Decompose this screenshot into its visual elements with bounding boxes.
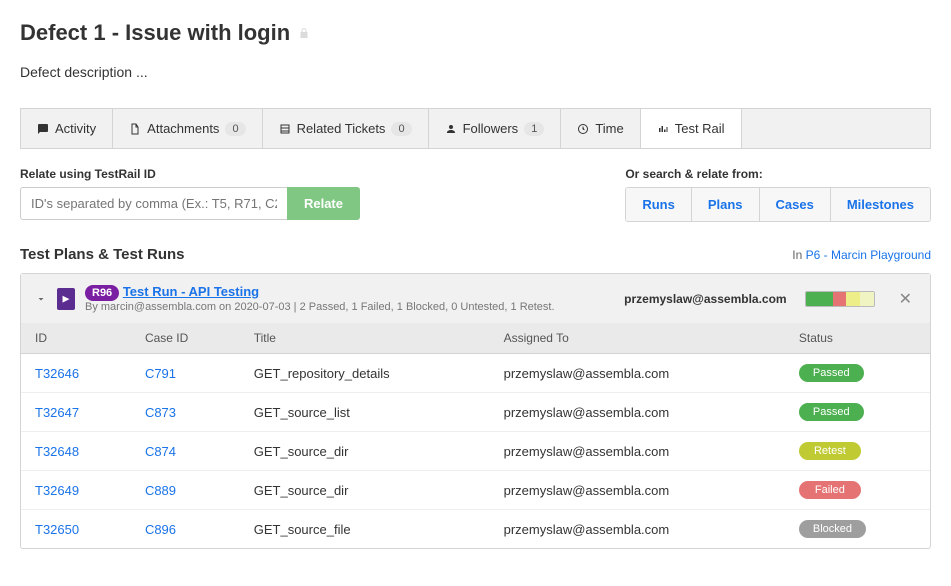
test-title: GET_source_dir xyxy=(240,471,490,510)
status-segment xyxy=(846,292,860,306)
test-id-link[interactable]: T32646 xyxy=(35,366,79,381)
section-subtitle: In P6 - Marcin Playground xyxy=(792,248,931,262)
list-icon xyxy=(279,123,291,135)
assigned-to: przemyslaw@assembla.com xyxy=(490,354,785,393)
case-id-link[interactable]: C889 xyxy=(145,483,176,498)
test-title: GET_source_dir xyxy=(240,432,490,471)
status-bar xyxy=(805,291,875,307)
status-segment xyxy=(806,292,833,306)
tab-label: Activity xyxy=(55,121,96,136)
test-run-container: R96 Test Run - API Testing By marcin@ass… xyxy=(20,273,931,549)
status-pill: Passed xyxy=(799,403,864,421)
user-icon xyxy=(445,123,457,135)
test-id-link[interactable]: T32650 xyxy=(35,522,79,537)
test-id-link[interactable]: T32649 xyxy=(35,483,79,498)
assigned-to: przemyslaw@assembla.com xyxy=(490,510,785,549)
status-pill: Blocked xyxy=(799,520,866,538)
status-pill: Passed xyxy=(799,364,864,382)
test-id-link[interactable]: T32648 xyxy=(35,444,79,459)
table-row: T32647 C873 GET_source_list przemyslaw@a… xyxy=(21,393,930,432)
col-assigned-to: Assigned To xyxy=(490,323,785,354)
assigned-to: przemyslaw@assembla.com xyxy=(490,471,785,510)
status-pill: Retest xyxy=(799,442,861,460)
tab-label: Time xyxy=(595,121,623,136)
status-segment xyxy=(833,292,847,306)
tab-activity[interactable]: Activity xyxy=(21,109,113,148)
col-title: Title xyxy=(240,323,490,354)
table-row: T32650 C896 GET_source_file przemyslaw@a… xyxy=(21,510,930,549)
tab-followers[interactable]: Followers 1 xyxy=(429,109,562,148)
table-row: T32648 C874 GET_source_dir przemyslaw@as… xyxy=(21,432,930,471)
in-prefix: In xyxy=(792,248,805,262)
search-cases-button[interactable]: Cases xyxy=(760,188,831,221)
tab-badge: 1 xyxy=(524,122,544,136)
page-title: Defect 1 - Issue with login xyxy=(20,20,931,46)
search-milestones-button[interactable]: Milestones xyxy=(831,188,930,221)
tab-badge: 0 xyxy=(225,122,245,136)
lock-icon xyxy=(298,26,310,40)
search-runs-button[interactable]: Runs xyxy=(626,188,692,221)
case-id-link[interactable]: C874 xyxy=(145,444,176,459)
clipboard-icon xyxy=(57,288,75,310)
section-title: Test Plans & Test Runs xyxy=(20,246,184,263)
case-id-link[interactable]: C896 xyxy=(145,522,176,537)
tab-badge: 0 xyxy=(391,122,411,136)
page-title-text: Defect 1 - Issue with login xyxy=(20,20,290,46)
bars-icon xyxy=(657,123,669,135)
clock-icon xyxy=(577,123,589,135)
tab-label: Related Tickets xyxy=(297,121,386,136)
relate-id-input[interactable] xyxy=(20,187,287,220)
tab-test-rail[interactable]: Test Rail xyxy=(641,109,742,148)
assigned-to: przemyslaw@assembla.com xyxy=(490,432,785,471)
defect-description: Defect description ... xyxy=(20,64,931,80)
table-row: T32646 C791 GET_repository_details przem… xyxy=(21,354,930,393)
comment-icon xyxy=(37,123,49,135)
status-pill: Failed xyxy=(799,481,861,499)
col-case-id: Case ID xyxy=(131,323,240,354)
table-row: T32649 C889 GET_source_dir przemyslaw@as… xyxy=(21,471,930,510)
tab-label: Followers xyxy=(463,121,519,136)
test-title: GET_source_list xyxy=(240,393,490,432)
file-icon xyxy=(129,123,141,135)
close-icon[interactable]: ✕ xyxy=(895,289,916,309)
assigned-to: przemyslaw@assembla.com xyxy=(490,393,785,432)
case-id-link[interactable]: C791 xyxy=(145,366,176,381)
search-plans-button[interactable]: Plans xyxy=(692,188,760,221)
case-id-link[interactable]: C873 xyxy=(145,405,176,420)
search-relate-buttons: RunsPlansCasesMilestones xyxy=(625,187,931,222)
run-meta: By marcin@assembla.com on 2020-07-03 | 2… xyxy=(85,301,614,313)
tab-attachments[interactable]: Attachments 0 xyxy=(113,109,262,148)
plan-link[interactable]: P6 - Marcin Playground xyxy=(806,248,931,262)
col-status: Status xyxy=(785,323,930,354)
relate-button[interactable]: Relate xyxy=(287,187,360,220)
run-assignee: przemyslaw@assembla.com xyxy=(624,292,786,306)
tabs-bar: Activity Attachments 0 Related Tickets 0 Foll… xyxy=(20,108,931,149)
tab-time[interactable]: Time xyxy=(561,109,640,148)
col-id: ID xyxy=(21,323,131,354)
test-title: GET_source_file xyxy=(240,510,490,549)
run-title-link[interactable]: Test Run - API Testing xyxy=(123,284,259,299)
tests-table: IDCase IDTitleAssigned ToStatus T32646 C… xyxy=(21,323,930,548)
test-run-header: R96 Test Run - API Testing By marcin@ass… xyxy=(21,274,930,323)
relate-label: Relate using TestRail ID xyxy=(20,167,360,181)
tab-label: Attachments xyxy=(147,121,219,136)
tab-related-tickets[interactable]: Related Tickets 0 xyxy=(263,109,429,148)
search-relate-label: Or search & relate from: xyxy=(625,167,931,181)
chevron-down-icon[interactable] xyxy=(35,293,47,305)
test-title: GET_repository_details xyxy=(240,354,490,393)
test-id-link[interactable]: T32647 xyxy=(35,405,79,420)
run-badge: R96 xyxy=(85,285,119,301)
status-segment xyxy=(860,292,874,306)
relate-row: Relate using TestRail ID Relate Or searc… xyxy=(20,167,931,222)
tab-label: Test Rail xyxy=(675,121,725,136)
